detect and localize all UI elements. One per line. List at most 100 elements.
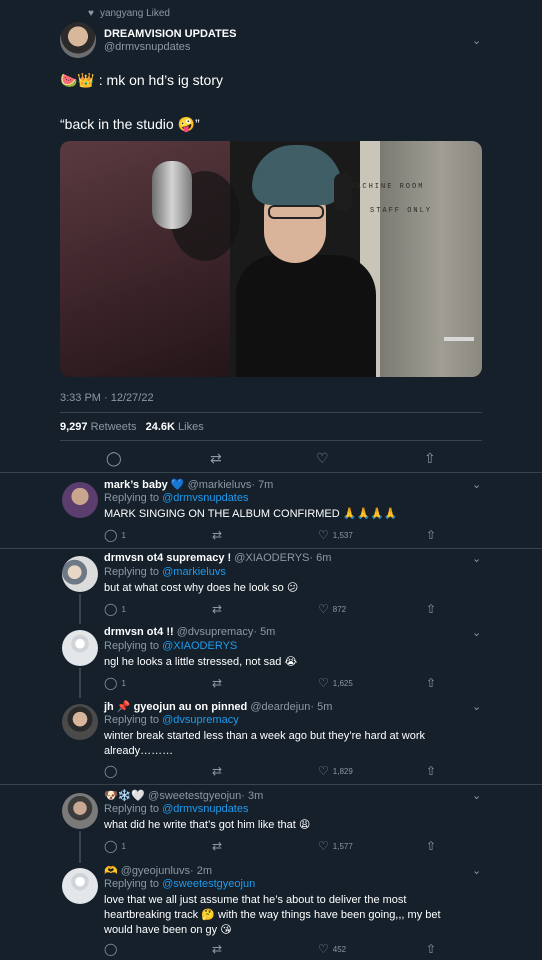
reply-author-handle[interactable]: @gyeojunluvs xyxy=(121,865,190,877)
reply-time: · 7m xyxy=(251,479,274,491)
share-action[interactable]: ⇧ xyxy=(426,839,436,853)
chevron-down-icon[interactable]: ⌄ xyxy=(472,626,481,639)
reply-author-name[interactable]: 🐶❄️🤍 xyxy=(104,790,145,802)
avatar[interactable] xyxy=(62,630,98,666)
reply-author-handle[interactable]: @XIAODERYS xyxy=(234,552,309,564)
author-handle[interactable]: @drmvsnupdates xyxy=(104,41,190,53)
avatar[interactable] xyxy=(62,704,98,740)
retweet-action[interactable]: ⇄ xyxy=(212,602,222,616)
replying-to-handle[interactable]: @sweetestgyeojun xyxy=(162,878,255,890)
retweet-action[interactable]: ⇄ xyxy=(212,942,222,956)
like-action[interactable]: ♡ 452 xyxy=(318,942,346,956)
reply-author-name[interactable]: drmvsn ot4 !! xyxy=(104,626,174,638)
share-icon[interactable]: ⇧ xyxy=(424,450,436,467)
reply-action[interactable]: ◯ 1 xyxy=(104,839,126,853)
retweet-icon: ⇄ xyxy=(212,676,223,690)
tweet-stats: 9,297 Retweets 24.6K Likes xyxy=(60,421,204,433)
person-hair xyxy=(252,145,342,205)
reply-time: · 5m xyxy=(253,626,276,638)
reply-tweet[interactable]: mark’s baby 💙 @markieluvs· 7m ⌄ Replying… xyxy=(0,478,542,548)
reply-author-name[interactable]: drmvsn ot4 supremacy ! xyxy=(104,552,231,564)
chevron-down-icon[interactable]: ⌄ xyxy=(472,478,481,491)
like-action[interactable]: ♡ 872 xyxy=(318,602,346,616)
reply-author-name[interactable]: jh 📌 gyeojun au on pinned xyxy=(104,701,247,713)
retweet-action[interactable]: ⇄ xyxy=(212,764,222,778)
reply-action[interactable]: ◯ xyxy=(104,764,121,778)
person-body xyxy=(236,255,376,377)
likes-count[interactable]: 24.6K xyxy=(146,421,175,433)
avatar[interactable] xyxy=(62,868,98,904)
heart-icon: ♡ xyxy=(318,764,329,778)
reply-author-name[interactable]: mark’s baby 💙 xyxy=(104,479,185,491)
reply-tweet[interactable]: 🫶 @gyeojunluvs· 2m ⌄ Replying to @sweete… xyxy=(0,864,542,960)
like-action[interactable]: ♡ 1,829 xyxy=(318,764,353,778)
reply-tweet[interactable]: drmvsn ot4 supremacy ! @XIAODERYS· 6m ⌄ … xyxy=(0,552,542,622)
tweet-photo[interactable]: MACHINE ROOM STAFF ONLY xyxy=(60,141,482,377)
chevron-down-icon[interactable]: ⌄ xyxy=(472,700,481,713)
replying-to-handle[interactable]: @drmvsnupdates xyxy=(162,492,248,504)
heart-icon[interactable]: ♡ xyxy=(316,450,329,467)
reply-time: · 5m xyxy=(310,701,333,713)
reply-action[interactable]: ◯ 1 xyxy=(104,676,126,690)
chevron-down-icon[interactable]: ⌄ xyxy=(472,864,481,877)
share-icon: ⇧ xyxy=(426,602,437,616)
share-action[interactable]: ⇧ xyxy=(426,942,436,956)
reply-icon: ◯ xyxy=(104,942,118,956)
share-action[interactable]: ⇧ xyxy=(426,602,436,616)
author-name[interactable]: DREAMVISION UPDATES xyxy=(104,28,236,40)
retweet-icon[interactable]: ⇄ xyxy=(210,450,222,467)
like-action[interactable]: ♡ 1,625 xyxy=(318,676,353,690)
reply-icon[interactable]: ◯ xyxy=(106,450,122,467)
share-action[interactable]: ⇧ xyxy=(426,528,436,542)
retweets-label[interactable]: Retweets xyxy=(91,421,137,433)
retweet-action[interactable]: ⇄ xyxy=(212,839,222,853)
likes-label[interactable]: Likes xyxy=(178,421,204,433)
tweet-timestamp[interactable]: 3:33 PM · 12/27/22 xyxy=(60,392,154,404)
reply-tweet[interactable]: 🐶❄️🤍 @sweetestgyeojun· 3m ⌄ Replying to … xyxy=(0,789,542,857)
chevron-down-icon[interactable]: ⌄ xyxy=(472,789,481,802)
reply-text: love that we all just assume that he’s a… xyxy=(104,894,441,936)
replying-to: Replying to @sweetestgyeojun xyxy=(104,878,256,890)
reply-author-handle[interactable]: @deardejun xyxy=(250,701,310,713)
reply-action[interactable]: ◯ xyxy=(104,942,121,956)
replying-to-handle[interactable]: @dvsupremacy xyxy=(162,714,239,726)
reply-tweet[interactable]: drmvsn ot4 !! @dvsupremacy· 5m ⌄ Replyin… xyxy=(0,626,542,696)
reply-tweet[interactable]: jh 📌 gyeojun au on pinned @deardejun· 5m… xyxy=(0,700,542,782)
like-action[interactable]: ♡ 1,577 xyxy=(318,839,353,853)
reply-action[interactable]: ◯ 1 xyxy=(104,602,126,616)
divider xyxy=(60,412,482,413)
replying-to-handle[interactable]: @markieluvs xyxy=(162,566,226,578)
divider xyxy=(60,440,482,441)
door-handle xyxy=(444,337,474,341)
retweet-action[interactable]: ⇄ xyxy=(212,528,222,542)
reply-author-name[interactable]: 🫶 xyxy=(104,865,118,877)
heart-icon: ♡ xyxy=(318,602,329,616)
replying-to-handle[interactable]: @drmvsnupdates xyxy=(162,803,248,815)
reply-author-handle[interactable]: @markieluvs xyxy=(188,479,252,491)
share-action[interactable]: ⇧ xyxy=(426,764,436,778)
avatar[interactable] xyxy=(62,793,98,829)
social-context-text: yangyang Liked xyxy=(99,8,170,19)
like-action[interactable]: ♡ 1,537 xyxy=(318,528,353,542)
reply-action[interactable]: ◯ 1 xyxy=(104,528,126,542)
replying-to: Replying to @XIAODERYS xyxy=(104,640,238,652)
retweet-action[interactable]: ⇄ xyxy=(212,676,222,690)
heart-icon: ♡ xyxy=(318,942,329,956)
replying-to-handle[interactable]: @XIAODERYS xyxy=(162,640,237,652)
avatar[interactable] xyxy=(60,22,96,58)
avatar[interactable] xyxy=(62,556,98,592)
chevron-down-icon[interactable]: ⌄ xyxy=(472,552,481,565)
heart-icon: ♡ xyxy=(318,839,329,853)
reply-author-handle[interactable]: @dvsupremacy xyxy=(177,626,254,638)
tweet-text-line: 🍉👑 : mk on hd’s ig story xyxy=(60,72,223,88)
reply-icon: ◯ xyxy=(104,764,118,778)
reply-icon: ◯ xyxy=(104,528,118,542)
share-action[interactable]: ⇧ xyxy=(426,676,436,690)
reply-author-handle[interactable]: @sweetestgyeojun xyxy=(148,790,241,802)
chevron-down-icon[interactable]: ⌄ xyxy=(472,34,481,47)
reply-time: · 2m xyxy=(190,865,213,877)
heart-icon: ♡ xyxy=(318,528,329,542)
reply-text: ngl he looks a little stressed, not sad … xyxy=(104,656,298,668)
retweets-count[interactable]: 9,297 xyxy=(60,421,88,433)
avatar[interactable] xyxy=(62,482,98,518)
